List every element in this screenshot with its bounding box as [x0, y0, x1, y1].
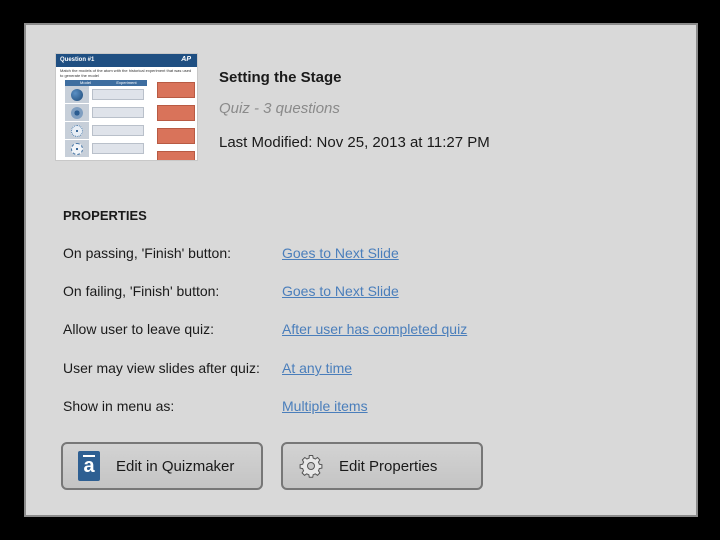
answer-card [157, 128, 195, 144]
prop-value-on-failing[interactable]: Goes to Next Slide [282, 283, 399, 299]
thumbnail-row [65, 104, 147, 122]
atom-model-icon [71, 142, 83, 155]
prop-value-view-slides[interactable]: At any time [282, 360, 352, 376]
answer-card [157, 105, 195, 121]
quiz-title: Setting the Stage [219, 69, 342, 86]
thumbnail-row [65, 122, 147, 140]
prop-label-allow-leave: Allow user to leave quiz: [63, 321, 214, 337]
edit-in-quizmaker-label: Edit in Quizmaker [116, 457, 235, 475]
thumbnail-logo: AP [181, 56, 191, 63]
answer-card [157, 82, 195, 98]
atom-model-icon [71, 88, 83, 101]
prop-label-on-passing: On passing, 'Finish' button: [63, 245, 231, 261]
prop-label-show-in-menu: Show in menu as: [63, 398, 175, 414]
properties-heading: PROPERTIES [63, 208, 147, 223]
quizmaker-icon: a [78, 451, 100, 481]
gear-icon [299, 455, 323, 478]
atom-model-icon [71, 124, 83, 137]
prop-value-allow-leave[interactable]: After user has completed quiz [282, 321, 467, 337]
edit-properties-label: Edit Properties [339, 457, 438, 475]
thumbnail-instructions: Match the models of the atom with the hi… [60, 68, 192, 78]
thumbnail-answer-cards [157, 82, 195, 160]
prop-value-show-in-menu[interactable]: Multiple items [282, 398, 368, 414]
quiz-subtitle: Quiz - 3 questions [219, 100, 340, 117]
quiz-properties-panel: Question #1 AP Match the models of the a… [24, 23, 698, 517]
thumbnail-table: Model Experiment [65, 80, 147, 158]
edit-properties-button[interactable]: Edit Properties [281, 442, 483, 490]
quiz-thumbnail[interactable]: Question #1 AP Match the models of the a… [55, 53, 198, 161]
answer-card [157, 151, 195, 160]
thumbnail-row [65, 140, 147, 158]
last-modified: Last Modified: Nov 25, 2013 at 11:27 PM [219, 134, 490, 151]
atom-model-icon [71, 106, 83, 119]
edit-in-quizmaker-button[interactable]: a Edit in Quizmaker [61, 442, 263, 490]
prop-label-on-failing: On failing, 'Finish' button: [63, 283, 220, 299]
thumbnail-row [65, 86, 147, 104]
prop-label-view-slides: User may view slides after quiz: [63, 360, 260, 376]
thumbnail-header: Question #1 AP [56, 54, 197, 67]
thumbnail-header-label: Question #1 [60, 57, 95, 63]
thumbnail-col-experiment: Experiment [116, 80, 137, 85]
prop-value-on-passing[interactable]: Goes to Next Slide [282, 245, 399, 261]
